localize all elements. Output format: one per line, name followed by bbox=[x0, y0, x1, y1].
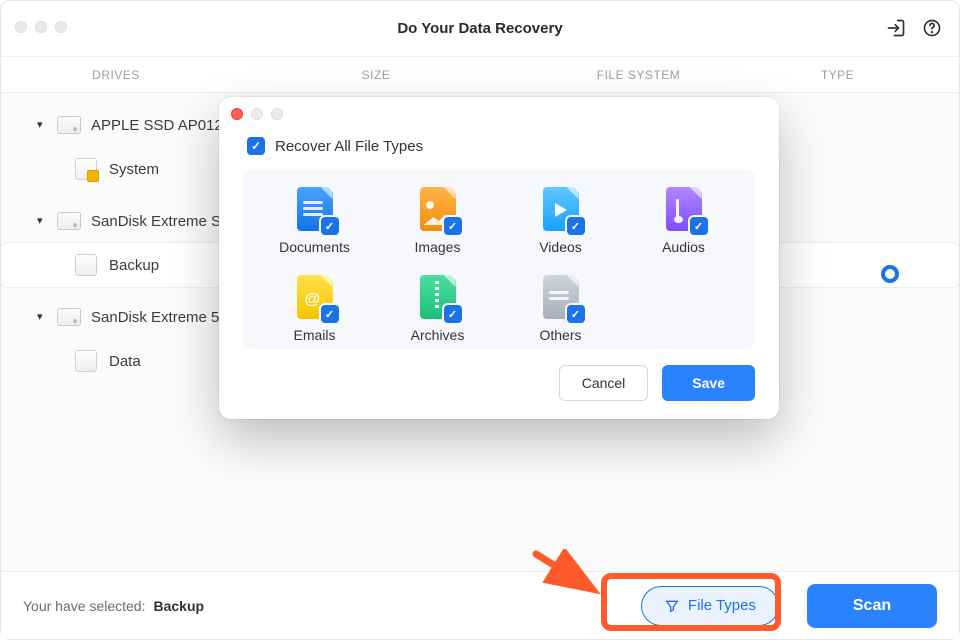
file-types-modal: ✓ Recover All File Types ✓ Documents ✓ I… bbox=[219, 97, 779, 419]
tile-label: Images bbox=[415, 239, 461, 255]
tile-label: Videos bbox=[539, 239, 582, 255]
modal-actions: Cancel Save bbox=[219, 349, 779, 401]
col-header-size: SIZE bbox=[231, 68, 521, 82]
titlebar: Do Your Data Recovery bbox=[1, 1, 959, 57]
volume-icon bbox=[75, 254, 97, 276]
titlebar-actions bbox=[885, 17, 943, 39]
volume-name: System bbox=[109, 161, 159, 178]
tile-images[interactable]: ✓ Images bbox=[376, 187, 499, 255]
others-icon: ✓ bbox=[543, 275, 579, 319]
scan-button[interactable]: Scan bbox=[807, 584, 937, 628]
scan-button-label: Scan bbox=[853, 597, 891, 614]
archives-icon: ✓ bbox=[420, 275, 456, 319]
tile-documents[interactable]: ✓ Documents bbox=[253, 187, 376, 255]
chevron-down-icon: ▾ bbox=[37, 214, 47, 227]
emails-icon: @✓ bbox=[297, 275, 333, 319]
filter-icon bbox=[664, 598, 680, 614]
help-icon[interactable] bbox=[921, 17, 943, 39]
export-icon[interactable] bbox=[885, 17, 907, 39]
videos-icon: ✓ bbox=[543, 187, 579, 231]
modal-titlebar bbox=[219, 97, 779, 131]
cancel-button[interactable]: Cancel bbox=[559, 365, 649, 401]
window-title: Do Your Data Recovery bbox=[1, 20, 959, 37]
cancel-button-label: Cancel bbox=[582, 375, 626, 391]
footer-selected-value: Backup bbox=[153, 598, 204, 614]
save-button-label: Save bbox=[692, 375, 725, 391]
tile-label: Emails bbox=[293, 327, 335, 343]
tile-label: Audios bbox=[662, 239, 705, 255]
file-types-button[interactable]: File Types bbox=[641, 586, 779, 626]
chevron-down-icon: ▾ bbox=[37, 310, 47, 323]
columns-header: DRIVES SIZE FILE SYSTEM TYPE bbox=[1, 57, 959, 93]
tile-videos[interactable]: ✓ Videos bbox=[499, 187, 622, 255]
tile-emails[interactable]: @✓ Emails bbox=[253, 275, 376, 343]
volume-name: Data bbox=[109, 353, 141, 370]
file-types-button-label: File Types bbox=[688, 597, 756, 614]
selected-radio-icon[interactable] bbox=[881, 265, 899, 283]
images-icon: ✓ bbox=[420, 187, 456, 231]
file-type-grid: ✓ Documents ✓ Images ✓ Videos ✓ Audios @… bbox=[243, 169, 755, 349]
modal-minimize-dot[interactable] bbox=[251, 108, 263, 120]
col-header-type: TYPE bbox=[756, 68, 959, 82]
col-header-drives: DRIVES bbox=[1, 68, 231, 82]
modal-zoom-dot[interactable] bbox=[271, 108, 283, 120]
app-window: Do Your Data Recovery DRIVES SIZE FILE S… bbox=[0, 0, 960, 640]
drive-name: APPLE SSD AP0128 bbox=[91, 117, 231, 134]
tile-others[interactable]: ✓ Others bbox=[499, 275, 622, 343]
audios-icon: ✓ bbox=[666, 187, 702, 231]
tile-audios[interactable]: ✓ Audios bbox=[622, 187, 745, 255]
tile-label: Documents bbox=[279, 239, 350, 255]
chevron-down-icon: ▾ bbox=[37, 118, 47, 131]
volume-icon bbox=[75, 350, 97, 372]
col-header-filesystem: FILE SYSTEM bbox=[521, 68, 756, 82]
recover-all-checkbox[interactable]: ✓ bbox=[247, 137, 265, 155]
volume-name: Backup bbox=[109, 257, 159, 274]
modal-close-dot[interactable] bbox=[231, 108, 243, 120]
tile-archives[interactable]: ✓ Archives bbox=[376, 275, 499, 343]
tile-label: Others bbox=[539, 327, 581, 343]
save-button[interactable]: Save bbox=[662, 365, 755, 401]
footer-bar: Your have selected: Backup File Types Sc… bbox=[1, 571, 959, 639]
disk-icon bbox=[57, 212, 81, 230]
disk-icon bbox=[57, 116, 81, 134]
disk-icon bbox=[57, 308, 81, 326]
documents-icon: ✓ bbox=[297, 187, 333, 231]
footer-selected-label: Your have selected: bbox=[23, 598, 145, 614]
recover-all-label: Recover All File Types bbox=[275, 138, 423, 155]
volume-icon bbox=[75, 158, 97, 180]
recover-all-row[interactable]: ✓ Recover All File Types bbox=[219, 131, 779, 169]
tile-label: Archives bbox=[411, 327, 465, 343]
